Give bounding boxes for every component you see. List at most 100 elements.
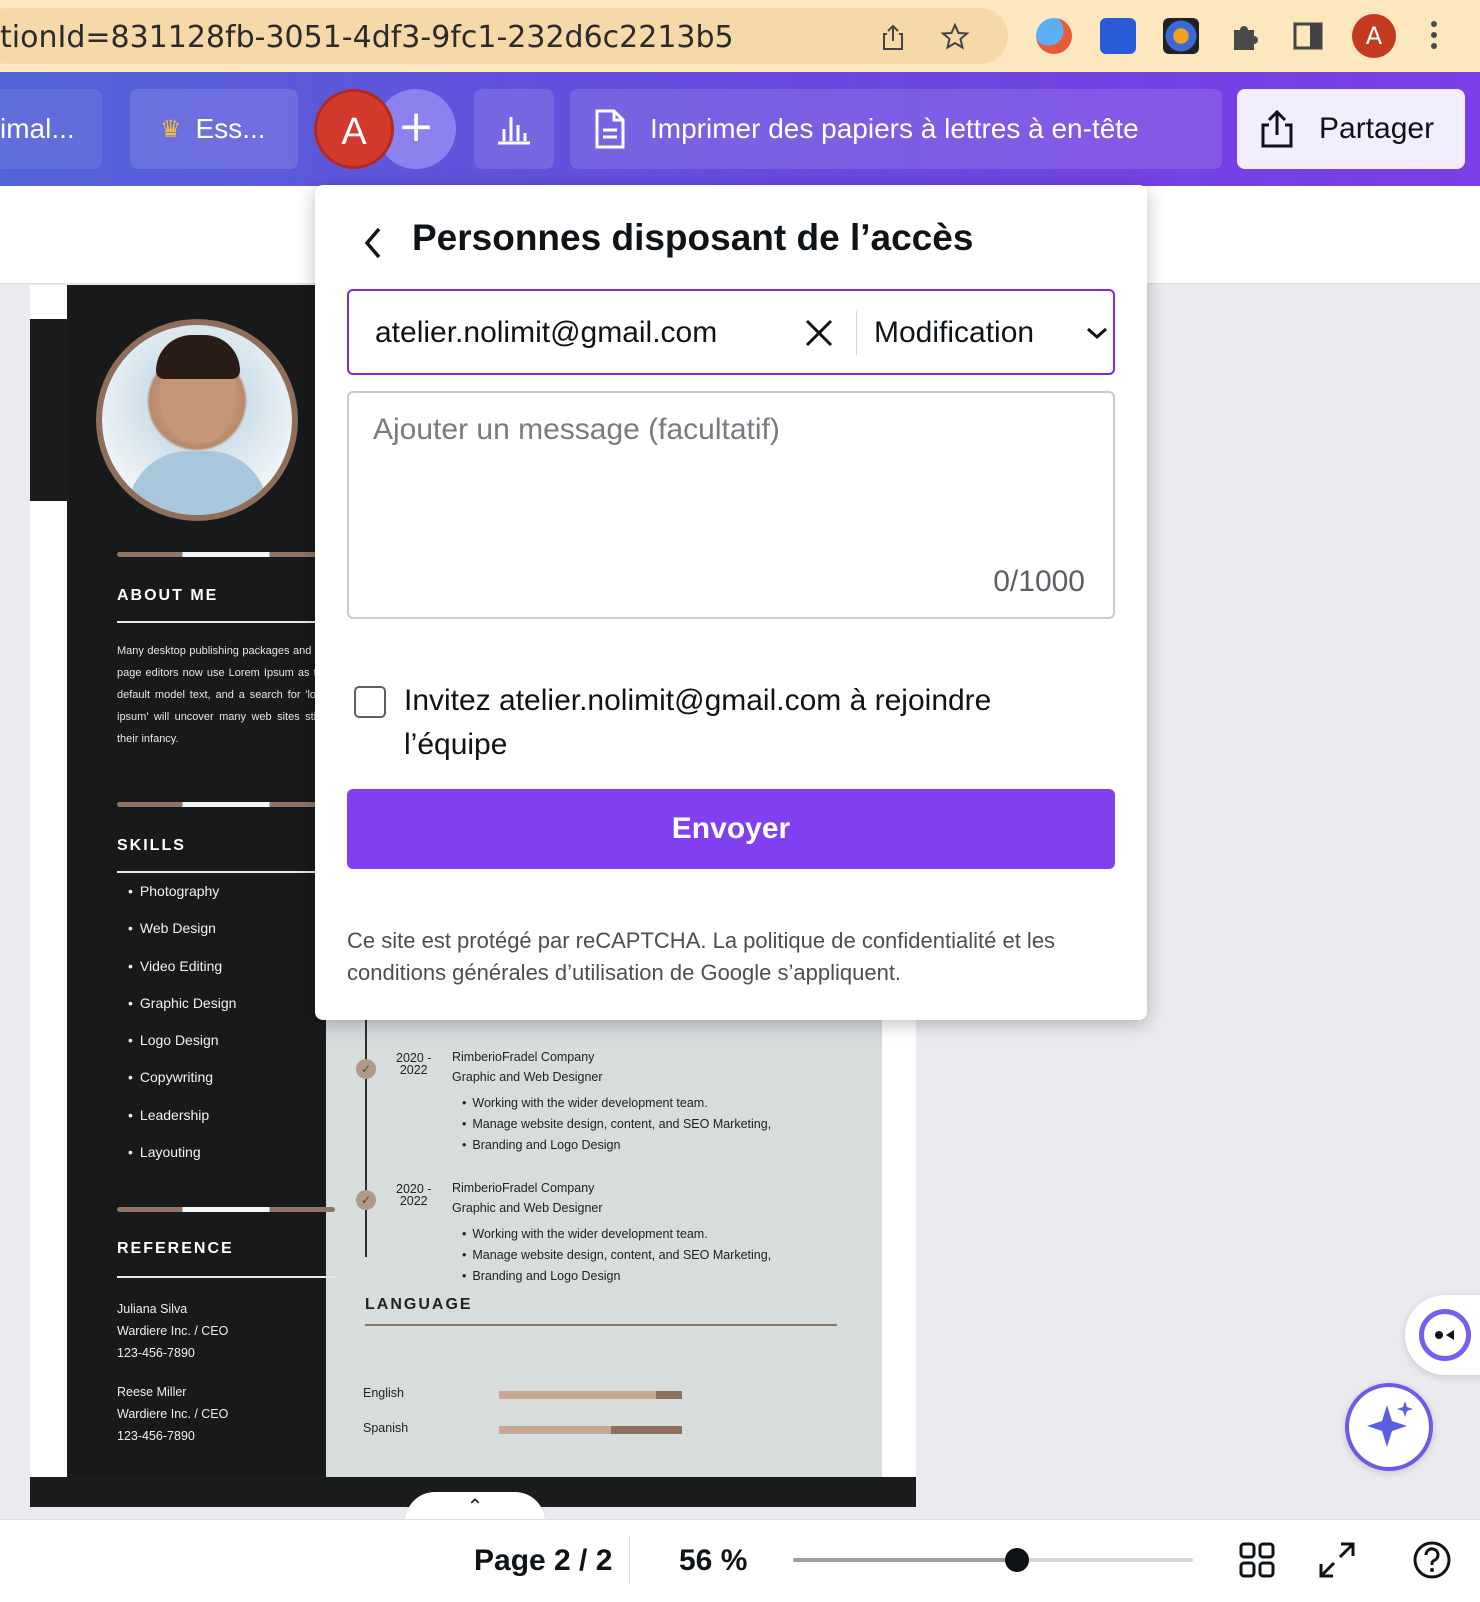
year-end: 2022: [399, 1194, 428, 1208]
dialog-title: Personnes disposant de l’accès: [412, 217, 974, 258]
list-item: Working with the wider development team.: [472, 1093, 771, 1114]
back-chevron-icon[interactable]: [359, 223, 389, 263]
insights-button[interactable]: [474, 89, 554, 169]
section-divider: [117, 552, 335, 557]
zoom-slider-handle[interactable]: [1005, 1548, 1029, 1572]
page-notch: [30, 285, 67, 319]
extensions-puzzle-icon[interactable]: [1226, 18, 1262, 54]
reference-name: Reese Miller: [117, 1385, 187, 1399]
list-item: Manage website design, content, and SEO …: [472, 1114, 771, 1135]
experience-heading: RimberioFradel Company Graphic and Web D…: [452, 1047, 603, 1087]
grid-view-icon[interactable]: [1237, 1540, 1277, 1580]
address-bar[interactable]: tionId=831128fb-3051-4df3-9fc1-232d6c221…: [0, 8, 1008, 64]
skills-title: SKILLS: [117, 837, 186, 854]
print-letterhead-label: Imprimer des papiers à lettres à en-tête: [650, 113, 1139, 144]
page-indicator[interactable]: Page 2 / 2: [474, 1544, 612, 1578]
message-char-count: 0/1000: [993, 565, 1085, 598]
page-margin: [30, 501, 67, 1477]
list-item: Leadership: [128, 1107, 236, 1144]
skills-list: Photography Web Design Video Editing Gra…: [128, 883, 237, 1181]
user-avatar[interactable]: A: [314, 89, 394, 169]
reference-title: REFERENCE: [117, 1240, 234, 1257]
photo-hair: [156, 335, 240, 379]
invite-to-team-label[interactable]: Invitez atelier.nolimit@gmail.com à rejo…: [404, 679, 1044, 767]
experience-bullets: Working with the wider development team.…: [472, 1224, 771, 1287]
experience-year: 2020 - 2022: [396, 1183, 431, 1208]
tab-previous-design[interactable]: imal...: [0, 89, 102, 169]
experience-company: RimberioFradel Company: [452, 1050, 595, 1064]
permission-dropdown[interactable]: Modification: [874, 313, 1110, 353]
language-title: LANGUAGE: [365, 1296, 473, 1313]
email-field-container: Modification: [347, 289, 1115, 375]
fullscreen-icon[interactable]: [1317, 1540, 1357, 1580]
experience-role: Graphic and Web Designer: [452, 1070, 603, 1084]
side-panel-icon[interactable]: [1290, 18, 1326, 54]
sparkle-icon: [1367, 1401, 1413, 1447]
invite-to-team-checkbox[interactable]: [354, 686, 386, 718]
list-item: Video Editing: [128, 958, 236, 995]
magic-sparkle-button[interactable]: [1345, 1383, 1433, 1471]
list-item: Manage website design, content, and SEO …: [472, 1245, 771, 1266]
close-icon[interactable]: [799, 313, 839, 353]
help-icon[interactable]: [1412, 1540, 1452, 1580]
share-button[interactable]: Partager: [1237, 89, 1465, 169]
reference-phone: 123-456-7890: [117, 1346, 195, 1360]
about-underline: [117, 621, 335, 623]
reference-name: Juliana Silva: [117, 1302, 188, 1316]
assistant-face-icon: [1419, 1309, 1471, 1361]
share-page-icon[interactable]: [878, 22, 908, 52]
share-label: Partager: [1319, 112, 1435, 145]
try-pro-button[interactable]: ♛ Ess...: [130, 89, 298, 169]
editor-toolbar: imal... ♛ Ess... + A Imprimer des papier…: [0, 72, 1480, 186]
reference-entry: Reese Miller Wardiere Inc. / CEO 123-456…: [117, 1381, 228, 1447]
list-item: Layouting: [128, 1144, 236, 1181]
zoom-slider[interactable]: [793, 1548, 1193, 1572]
skills-underline: [117, 871, 335, 873]
list-item: Logo Design: [128, 1032, 236, 1069]
recaptcha-notice: Ce site est protégé par reCAPTCHA. La po…: [347, 928, 1056, 985]
email-field[interactable]: [375, 313, 755, 353]
bookmark-star-icon[interactable]: [940, 22, 970, 52]
message-field[interactable]: [373, 413, 1089, 563]
experience-year: 2020 - 2022: [396, 1052, 431, 1077]
reference-entry: Juliana Silva Wardiere Inc. / CEO 123-45…: [117, 1298, 228, 1364]
section-divider: [117, 802, 335, 807]
crown-icon: ♛: [160, 115, 182, 143]
check-icon: ✓: [356, 1190, 376, 1210]
document-icon: [595, 109, 625, 149]
url-text[interactable]: tionId=831128fb-3051-4df3-9fc1-232d6c221…: [0, 20, 734, 55]
bar-chart-icon: [498, 117, 530, 145]
extension-vpn-icon[interactable]: [1100, 18, 1136, 54]
list-item: Graphic Design: [128, 995, 237, 1032]
message-field-container: 0/1000: [347, 391, 1115, 619]
language-name: English: [363, 1386, 404, 1400]
language-underline: [365, 1324, 837, 1326]
photo-shirt: [128, 451, 268, 515]
share-dialog: Personnes disposant de l’accès Modificat…: [315, 185, 1147, 1020]
upload-share-icon: [1261, 109, 1293, 148]
reference-underline: [117, 1276, 335, 1278]
check-icon: ✓: [356, 1059, 376, 1079]
chevron-up-icon[interactable]: ⌃: [405, 1492, 545, 1522]
about-text: Many desktop publishing packages and web…: [117, 645, 335, 745]
print-letterhead-button[interactable]: Imprimer des papiers à lettres à en-tête: [570, 89, 1222, 169]
reference-company: Wardiere Inc. / CEO: [117, 1324, 229, 1338]
list-item: Copywriting: [128, 1069, 236, 1106]
browser-menu-icon[interactable]: [1430, 18, 1438, 54]
experience-timeline: [365, 997, 367, 1257]
extension-globe-icon[interactable]: [1036, 18, 1072, 54]
list-item: Branding and Logo Design: [472, 1135, 771, 1156]
chevron-down-icon: [1087, 327, 1107, 340]
zoom-level[interactable]: 56 %: [679, 1544, 747, 1578]
extension-brain-icon[interactable]: [1163, 18, 1199, 54]
assistant-button[interactable]: [1405, 1295, 1480, 1375]
divider: [629, 1536, 630, 1584]
try-pro-label: Ess...: [195, 113, 266, 144]
field-separator: [856, 311, 857, 355]
profile-avatar[interactable]: A: [1352, 14, 1396, 58]
profile-photo[interactable]: [96, 319, 298, 521]
list-item: Web Design: [128, 920, 236, 957]
language-name: Spanish: [363, 1421, 409, 1435]
tab-previous-label: imal...: [0, 113, 75, 144]
send-button[interactable]: Envoyer: [347, 789, 1115, 869]
